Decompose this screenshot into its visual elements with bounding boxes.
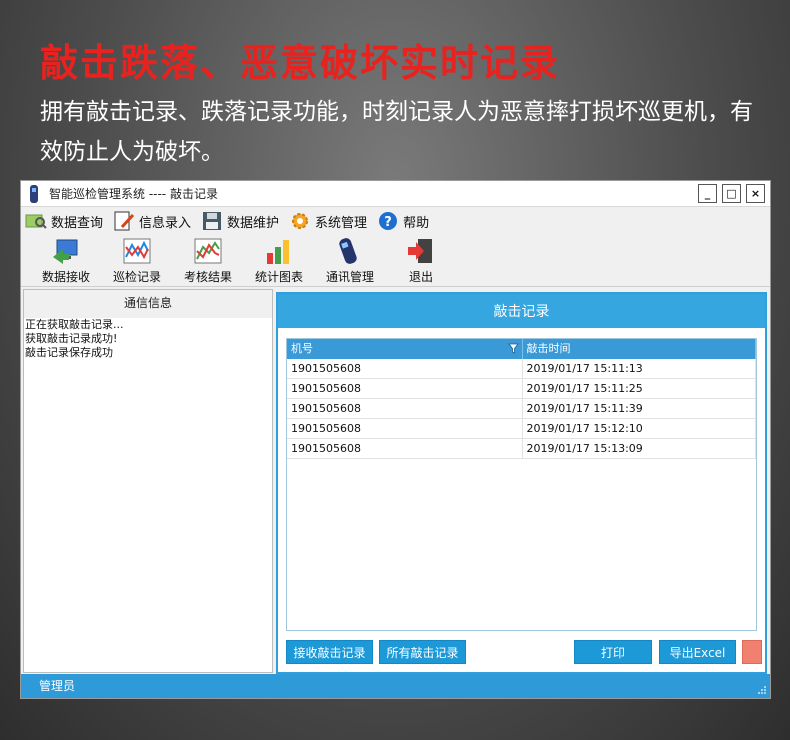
communication-panel-title: 通信信息 xyxy=(24,290,272,318)
cell-device-id: 1901505608 xyxy=(287,379,523,398)
cell-device-id: 1901505608 xyxy=(287,419,523,438)
assessment-icon xyxy=(194,238,222,264)
cell-knock-time: 2019/01/17 15:11:13 xyxy=(523,359,756,378)
table-row[interactable]: 1901505608 2019/01/17 15:11:13 xyxy=(287,359,756,379)
menu-label: 数据维护 xyxy=(227,215,280,231)
tool-statistics-chart[interactable]: 统计图表 xyxy=(244,235,314,285)
map-query-icon xyxy=(25,214,47,229)
tool-label: 统计图表 xyxy=(254,270,303,284)
toolbar: 数据接收 巡检记录 考核结果 统计图表 通讯管理 退出 xyxy=(21,235,770,287)
tool-label: 通讯管理 xyxy=(325,270,374,284)
table-row[interactable]: 1901505608 2019/01/17 15:11:39 xyxy=(287,399,756,419)
menu-data-maintenance[interactable]: 数据维护 xyxy=(201,211,279,231)
menu-bar: 数据查询 信息录入 数据维护 系统管理 ? 帮助 xyxy=(21,207,770,235)
menu-label: 数据查询 xyxy=(51,215,104,231)
communication-panel: 通信信息 正在获取敲击记录... 获取敲击记录成功! 敲击记录保存成功 xyxy=(23,289,273,673)
promo-headline: 敲击跌落、恶意破坏实时记录 xyxy=(40,41,561,85)
extra-action-button[interactable] xyxy=(742,640,762,664)
svg-text:?: ? xyxy=(384,215,392,230)
floppy-disk-icon xyxy=(203,212,222,230)
cell-knock-time: 2019/01/17 15:11:39 xyxy=(523,399,756,418)
cell-knock-time: 2019/01/17 15:12:10 xyxy=(523,419,756,438)
cell-device-id: 1901505608 xyxy=(287,439,523,458)
panel-title: 敲击记录 xyxy=(278,294,765,328)
log-line: 敲击记录保存成功 xyxy=(25,346,113,359)
cell-device-id: 1901505608 xyxy=(287,359,523,378)
tool-communication[interactable]: 通讯管理 xyxy=(315,235,385,285)
menu-label: 系统管理 xyxy=(315,215,368,231)
app-logo-icon xyxy=(30,184,38,203)
promo-description: 拥有敲击记录、跌落记录功能，时刻记录人为恶意摔打损坏巡更机，有效防止人为破坏。 xyxy=(40,99,753,165)
records-table: 机号 敲击时间 1901505608 2019/01/17 15:11:13 1… xyxy=(286,338,757,631)
menu-system-management[interactable]: 系统管理 xyxy=(289,211,367,231)
exit-icon xyxy=(408,239,432,263)
tool-label: 巡检记录 xyxy=(112,270,161,284)
device-icon xyxy=(339,238,357,264)
menu-info-entry[interactable]: 信息录入 xyxy=(113,211,191,231)
minimize-button[interactable]: _ xyxy=(698,184,717,203)
tool-label: 退出 xyxy=(408,270,433,284)
all-knock-records-button[interactable]: 所有敲击记录 xyxy=(379,640,466,664)
maximize-button[interactable]: □ xyxy=(722,184,741,203)
menu-help[interactable]: ? 帮助 xyxy=(377,211,429,231)
status-bar: 管理员 xyxy=(21,674,770,698)
menu-label: 帮助 xyxy=(403,215,430,231)
log-line: 正在获取敲击记录... xyxy=(25,318,124,331)
knock-record-panel: 敲击记录 机号 敲击时间 1901505608 2019/01/17 15:11… xyxy=(276,292,767,674)
edit-doc-icon xyxy=(114,211,135,231)
tool-assessment[interactable]: 考核结果 xyxy=(173,235,243,285)
table-row[interactable]: 1901505608 2019/01/17 15:12:10 xyxy=(287,419,756,439)
column-label: 敲击时间 xyxy=(526,342,571,355)
table-header: 机号 敲击时间 xyxy=(287,339,756,359)
gear-icon xyxy=(292,213,309,229)
receive-knock-records-button[interactable]: 接收敲击记录 xyxy=(286,640,373,664)
export-excel-button[interactable]: 导出Excel xyxy=(659,640,736,664)
cell-device-id: 1901505608 xyxy=(287,399,523,418)
menu-data-query[interactable]: 数据查询 xyxy=(25,212,103,231)
tool-data-receive[interactable]: 数据接收 xyxy=(31,235,101,285)
table-row[interactable]: 1901505608 2019/01/17 15:13:09 xyxy=(287,439,756,459)
column-label: 机号 xyxy=(291,342,313,355)
cell-knock-time: 2019/01/17 15:11:25 xyxy=(523,379,756,398)
resize-grip-icon[interactable] xyxy=(757,685,767,695)
bar-chart-icon xyxy=(267,240,289,264)
column-header-knock-time[interactable]: 敲击时间 xyxy=(523,339,756,359)
cell-knock-time: 2019/01/17 15:13:09 xyxy=(523,439,756,458)
log-line: 获取敲击记录成功! xyxy=(25,332,118,345)
close-button[interactable]: × xyxy=(746,184,765,203)
help-icon: ? xyxy=(379,212,398,230)
column-header-device-id[interactable]: 机号 xyxy=(287,339,523,359)
filter-icon[interactable] xyxy=(507,343,519,354)
tool-label: 考核结果 xyxy=(183,270,232,284)
data-receive-icon xyxy=(53,239,78,264)
window-title: 智能巡检管理系统 ---- 敲击记录 xyxy=(49,187,218,201)
tool-exit[interactable]: 退出 xyxy=(386,235,456,285)
print-button[interactable]: 打印 xyxy=(574,640,652,664)
current-user: 管理员 xyxy=(39,679,76,693)
app-window: 智能巡检管理系统 ---- 敲击记录 _ □ × 数据查询 信息录入 数据维护 … xyxy=(20,180,771,699)
patrol-record-icon xyxy=(123,238,151,264)
tool-label: 数据接收 xyxy=(41,270,90,284)
tool-patrol-record[interactable]: 巡检记录 xyxy=(102,235,172,285)
menu-label: 信息录入 xyxy=(139,215,192,231)
table-row[interactable]: 1901505608 2019/01/17 15:11:25 xyxy=(287,379,756,399)
title-bar: 智能巡检管理系统 ---- 敲击记录 _ □ × xyxy=(21,181,770,207)
